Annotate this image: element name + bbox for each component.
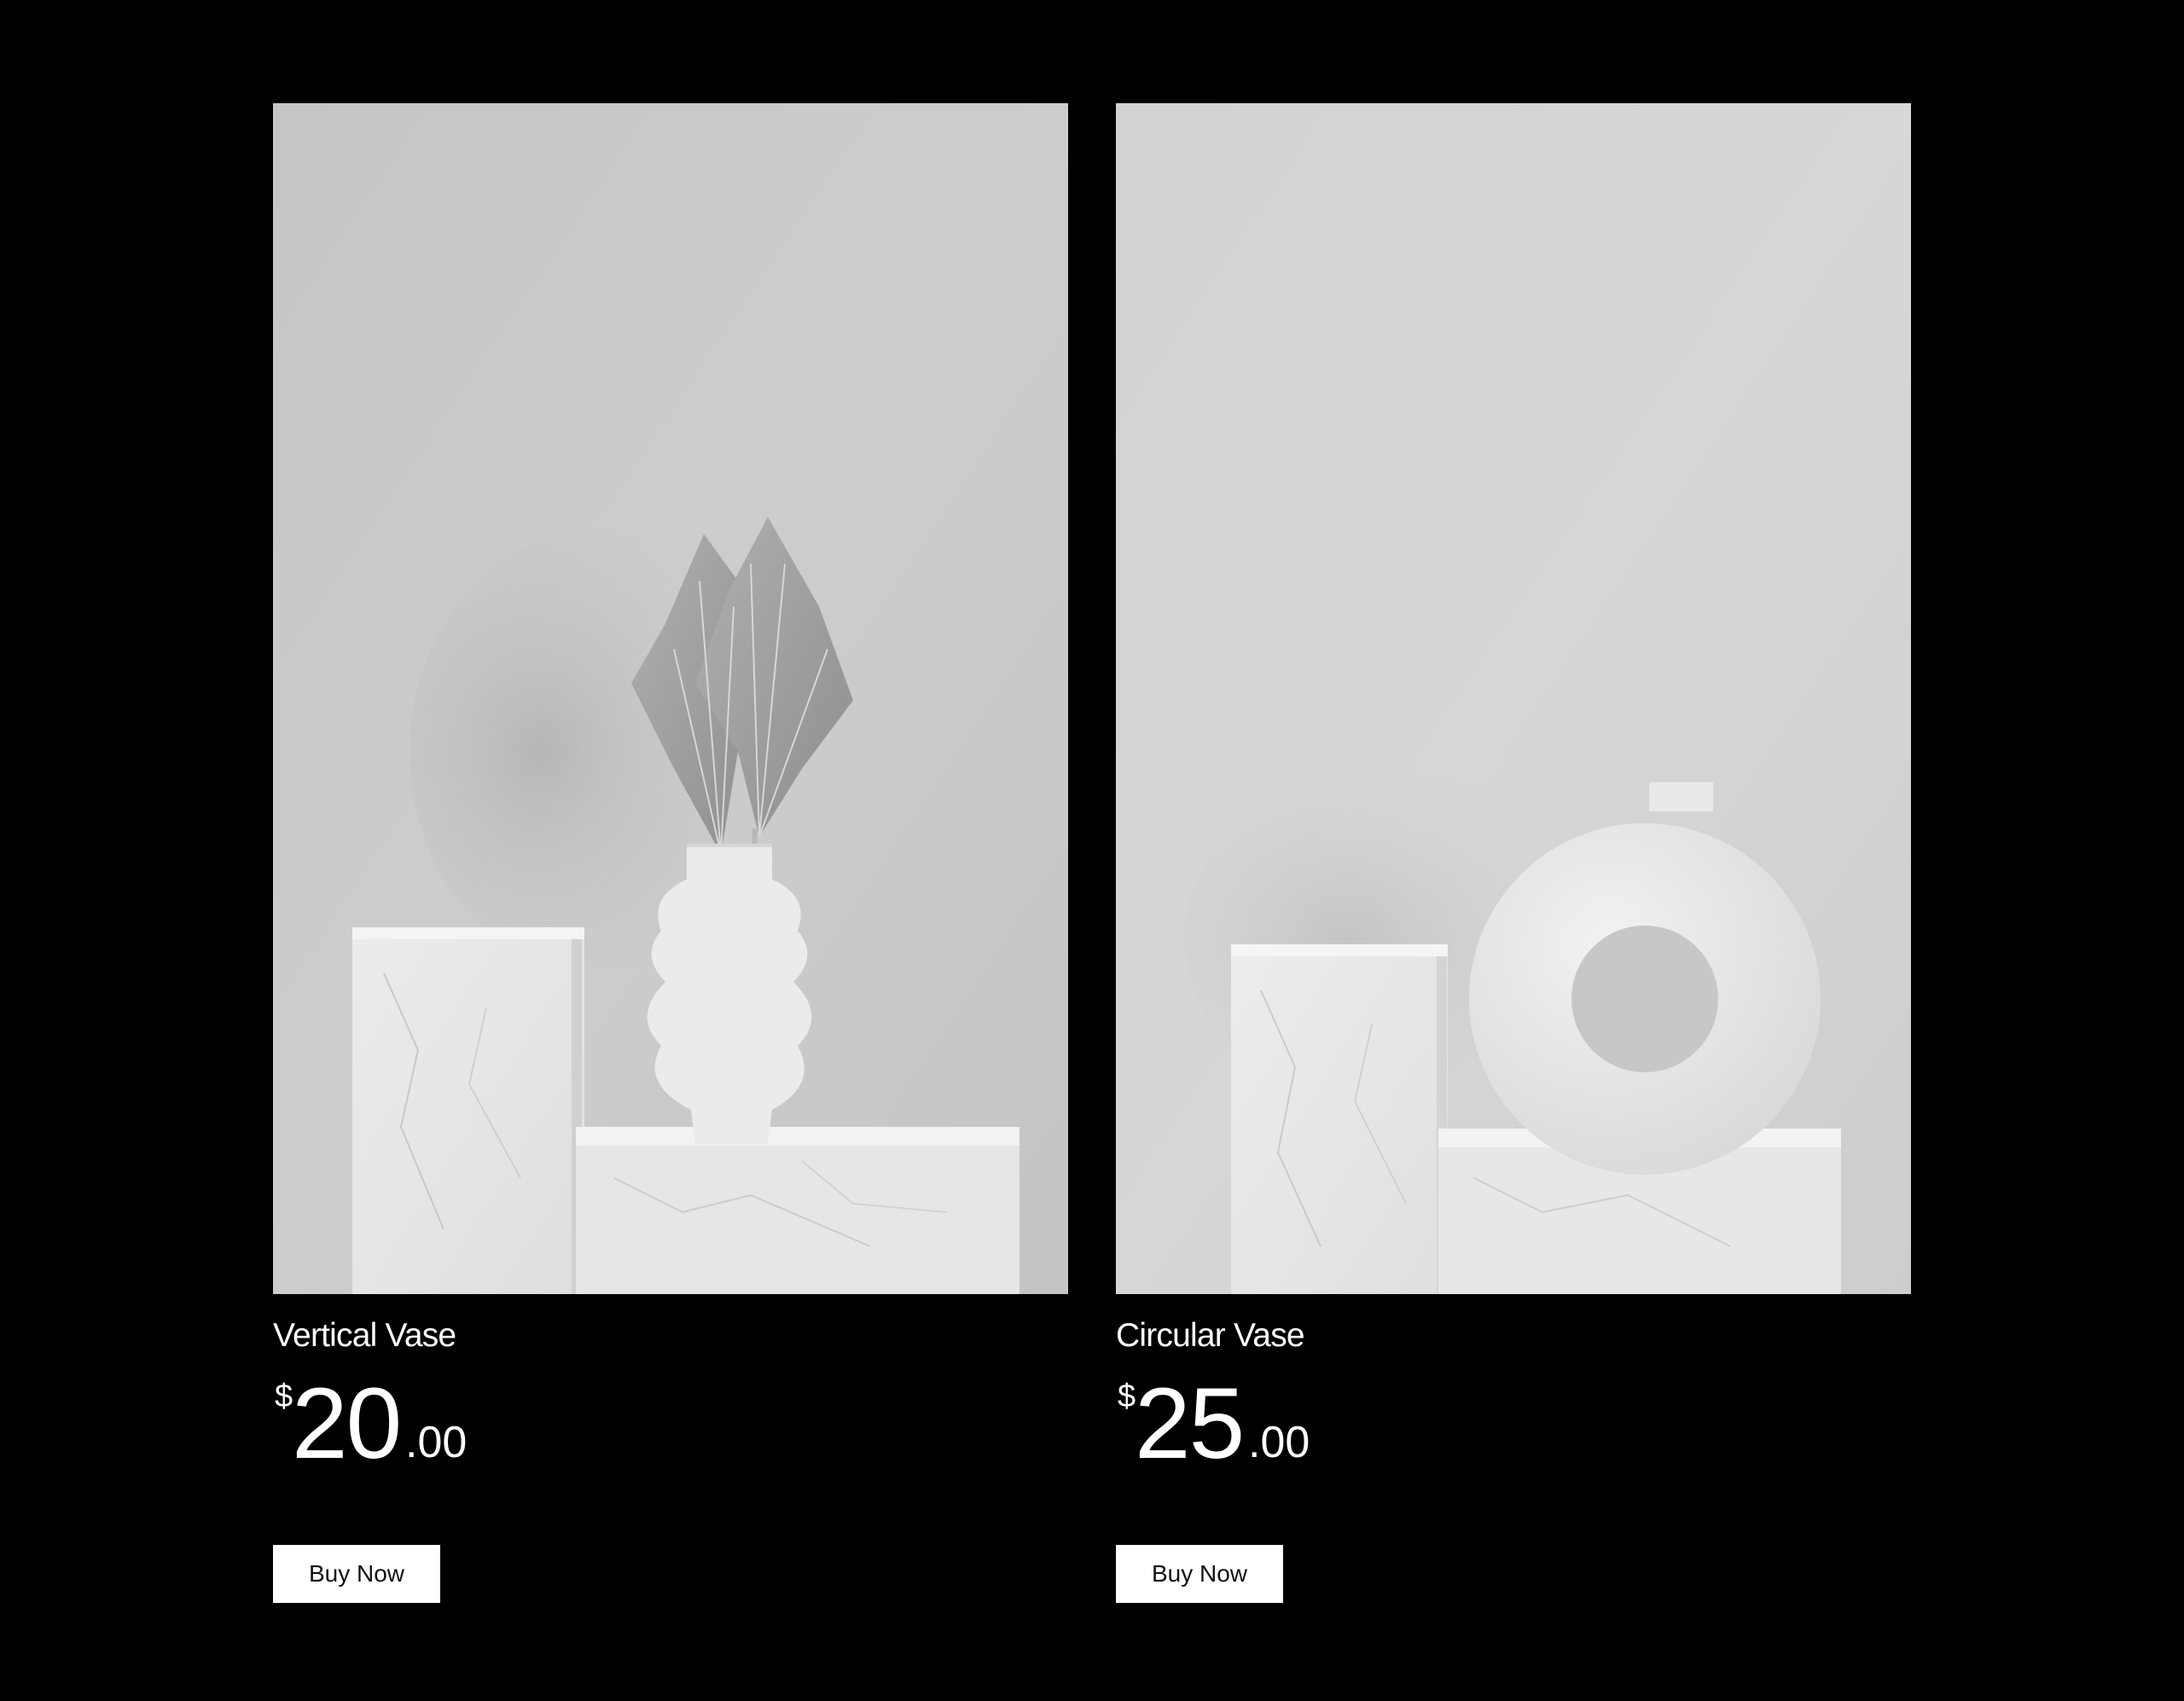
price-whole: 20 bbox=[292, 1367, 402, 1480]
price-whole: 25 bbox=[1135, 1367, 1245, 1480]
product-price: $ 20 .00 bbox=[273, 1373, 1068, 1475]
product-price: $ 25 .00 bbox=[1116, 1373, 1911, 1475]
buy-now-button[interactable]: Buy Now bbox=[1116, 1545, 1283, 1603]
circular-vase-photo bbox=[1116, 103, 1911, 1294]
vertical-vase-photo bbox=[273, 103, 1068, 1294]
buy-now-button[interactable]: Buy Now bbox=[273, 1545, 440, 1603]
product-card-vertical-vase: Vertical Vase $ 20 .00 Buy Now bbox=[273, 103, 1068, 1603]
price-currency: $ bbox=[275, 1379, 293, 1414]
product-name: Vertical Vase bbox=[273, 1317, 456, 1354]
price-currency: $ bbox=[1118, 1379, 1136, 1414]
product-name: Circular Vase bbox=[1116, 1317, 1305, 1354]
price-cents: .00 bbox=[1248, 1418, 1310, 1467]
price-cents: .00 bbox=[405, 1418, 468, 1467]
product-card-circular-vase: Circular Vase $ 25 .00 Buy Now bbox=[1116, 103, 1911, 1603]
